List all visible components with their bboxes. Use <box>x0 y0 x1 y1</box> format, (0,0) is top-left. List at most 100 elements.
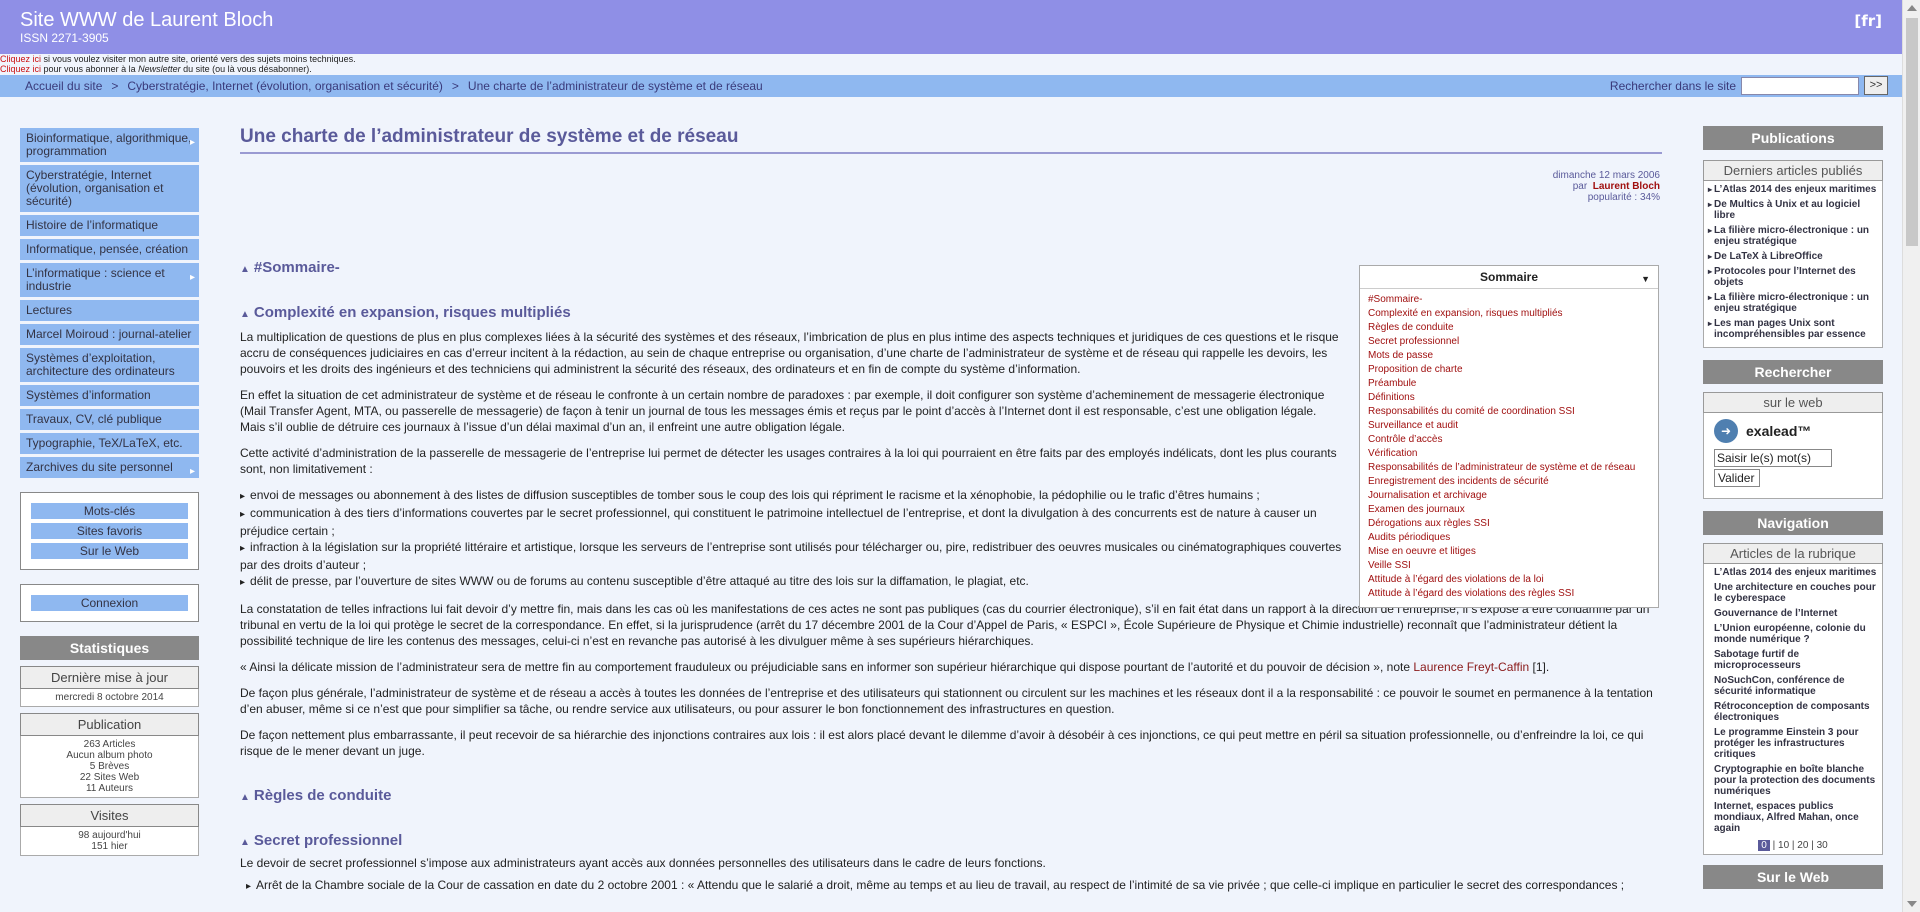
toc-item[interactable]: Responsabilités du comité de coordinatio… <box>1368 405 1650 419</box>
nav-item-moiroud[interactable]: Marcel Moiroud : journal-atelier <box>20 324 199 345</box>
toc-item[interactable]: Secret professionnel <box>1368 335 1650 349</box>
page-scrollbar[interactable] <box>1902 0 1920 912</box>
page-10[interactable]: 10 <box>1778 840 1789 851</box>
login-link[interactable]: Connexion <box>31 595 188 611</box>
nav-item-histoire[interactable]: Histoire de l’informatique <box>20 215 199 236</box>
heading-text: Secret professionnel <box>253 832 403 849</box>
visits-counts: 98 aujourd'hui 151 hier <box>20 827 199 856</box>
rubric-article-link[interactable]: NoSuchCon, conférence de sécurité inform… <box>1708 675 1878 697</box>
latest-article-link[interactable]: De Multics à Unix et au logiciel libre <box>1708 199 1878 221</box>
nav-item-cyber[interactable]: Cyberstratégie, Internet (évolution, org… <box>20 165 199 212</box>
nav-item-bioinfo[interactable]: Bioinformatique, algorithmique, programm… <box>20 128 199 162</box>
toc-item[interactable]: Attitude à l’égard des violations de la … <box>1368 573 1650 587</box>
toc-item[interactable]: Dérogations aux règles SSI <box>1368 517 1650 531</box>
toc-item[interactable]: Responsabilités de l’administrateur de s… <box>1368 461 1650 475</box>
rubric-articles-list: L’Atlas 2014 des enjeux maritimes Une arc… <box>1703 564 1883 855</box>
up-arrow-icon: ▲ <box>240 792 250 803</box>
rubric-article-link[interactable]: L’Union européenne, colonie du monde num… <box>1708 623 1878 645</box>
on-the-web-link[interactable]: Sur le Web <box>31 543 188 559</box>
breadcrumb-home[interactable]: Accueil du site <box>25 79 102 93</box>
nav-item-science[interactable]: L’informatique : science et industrie ▸ <box>20 263 199 297</box>
author-link[interactable]: Laurent Bloch <box>1593 181 1660 192</box>
rubric-article-link[interactable]: Une architecture en couches pour le cybe… <box>1708 582 1878 604</box>
exalead-logo: ➜ exalead™ <box>1714 419 1872 443</box>
toc-item[interactable]: Enregistrement des incidents de sécurité <box>1368 475 1650 489</box>
rubric-article-link[interactable]: Sabotage furtif de microprocesseurs <box>1708 649 1878 671</box>
toc-item[interactable]: Mots de passe <box>1368 349 1650 363</box>
keywords-link[interactable]: Mots-clés <box>31 503 188 519</box>
latest-article-link[interactable]: La filière micro-électronique : un enjeu… <box>1708 225 1878 247</box>
toc-item[interactable]: Examen des journaux <box>1368 503 1650 517</box>
latest-article-link[interactable]: Les man pages Unix sont incompréhensible… <box>1708 318 1878 340</box>
nav-item-lectures[interactable]: Lectures <box>20 300 199 321</box>
nav-item-pensee[interactable]: Informatique, pensée, création <box>20 239 199 260</box>
toc-item[interactable]: Proposition de charte <box>1368 363 1650 377</box>
language-switch[interactable]: [fr] <box>1854 12 1882 30</box>
section-heading[interactable]: ▲ Secret professionnel <box>240 832 1655 849</box>
nav-item-systemes[interactable]: Systèmes d’exploitation, architecture de… <box>20 348 199 382</box>
toc-collapse-icon[interactable]: ▼ <box>1641 274 1650 284</box>
note-text: si vous voulez visiter mon autre site, <box>41 54 191 64</box>
scroll-down-icon[interactable] <box>1907 901 1917 907</box>
rubric-article-link[interactable]: Cryptographie en boîte blanche pour la p… <box>1708 764 1878 797</box>
web-search-input[interactable]: Saisir le(s) mot(s) <box>1714 449 1832 467</box>
page-0[interactable]: 0 <box>1758 840 1770 851</box>
toc-item[interactable]: Attitude à l’égard des violations des rè… <box>1368 587 1650 601</box>
rubric-article-link[interactable]: Internet, espaces publics mondiaux, Alfr… <box>1708 801 1878 834</box>
list-item: délit de presse, par l’ouverture de site… <box>240 573 1345 591</box>
section-heading[interactable]: ▲ Règles de conduite <box>240 787 1655 804</box>
toc-item[interactable]: Surveillance et audit <box>1368 419 1650 433</box>
pagination: 0 | 10 | 20 | 30 <box>1708 840 1878 851</box>
nav-item-typo[interactable]: Typographie, TeX/LaTeX, etc. <box>20 433 199 454</box>
breadcrumb-section[interactable]: Cyberstratégie, Internet (évolution, org… <box>127 79 443 93</box>
nav-label: Histoire de l’informatique <box>26 218 159 232</box>
scroll-up-icon[interactable] <box>1907 5 1917 11</box>
scroll-thumb[interactable] <box>1906 18 1918 246</box>
nav-label: Lectures <box>26 303 73 317</box>
latest-article-link[interactable]: La filière micro-électronique : un enjeu… <box>1708 292 1878 314</box>
toc-item[interactable]: Audits périodiques <box>1368 531 1650 545</box>
latest-article-link[interactable]: L’Atlas 2014 des enjeux maritimes <box>1708 184 1878 195</box>
toc-item[interactable]: Veille SSI <box>1368 559 1650 573</box>
article-title: Une charte de l’administrateur de systèm… <box>240 126 1662 154</box>
toc-item[interactable]: Mise en oeuvre et litiges <box>1368 545 1650 559</box>
toc-item[interactable]: Définitions <box>1368 391 1650 405</box>
toc-item[interactable]: Règles de conduite <box>1368 321 1650 335</box>
search-input[interactable] <box>1741 76 1859 95</box>
nav-item-si[interactable]: Systèmes d’information <box>20 385 199 406</box>
toc-item[interactable]: Contrôle d’accès <box>1368 433 1650 447</box>
newsletter-link[interactable]: Cliquez ici <box>0 64 41 74</box>
toc-item[interactable]: Complexité en expansion, risques multipl… <box>1368 307 1650 321</box>
visits-title: Visites <box>20 804 199 827</box>
stat-line: 11 Auteurs <box>85 783 134 794</box>
stat-line: Aucun album photo <box>66 750 153 761</box>
page-20[interactable]: 20 <box>1797 840 1808 851</box>
last-update-date: mercredi 8 octobre 2014 <box>20 689 199 707</box>
navigation-title: Navigation <box>1703 511 1883 535</box>
rubric-article-link[interactable]: Gouvernance de l’Internet <box>1708 608 1878 619</box>
toc-item[interactable]: Préambule <box>1368 377 1650 391</box>
section-heading[interactable]: ▲ Complexité en expansion, risques multip… <box>240 304 1345 321</box>
latest-article-link[interactable]: Protocoles pour l’Internet des objets <box>1708 266 1878 288</box>
nav-item-travaux[interactable]: Travaux, CV, clé publique <box>20 409 199 430</box>
section-heading[interactable]: ▲ #Sommaire- <box>240 259 1345 276</box>
favorite-sites-link[interactable]: Sites favoris <box>31 523 188 539</box>
other-site-link[interactable]: Cliquez ici <box>0 54 41 64</box>
rubric-article-link[interactable]: L’Atlas 2014 des enjeux maritimes <box>1708 567 1878 578</box>
toc-item[interactable]: #Sommaire- <box>1368 293 1650 307</box>
site-title[interactable]: Site WWW de Laurent Bloch <box>20 9 273 32</box>
latest-article-link[interactable]: De LaTeX à LibreOffice <box>1708 251 1878 262</box>
page-30[interactable]: 30 <box>1817 840 1828 851</box>
rubric-article-link[interactable]: Le programme Einstein 3 pour protéger le… <box>1708 727 1878 760</box>
nav-item-zarchives[interactable]: Zarchives du site personnel ▸ <box>20 457 199 478</box>
heading-text: #Sommaire- <box>253 259 340 276</box>
quick-links-box: Mots-clés Sites favoris Sur le Web <box>20 492 199 570</box>
web-search-submit[interactable]: Valider <box>1714 469 1760 487</box>
toc-item[interactable]: Journalisation et archivage <box>1368 489 1650 503</box>
toc-item[interactable]: Vérification <box>1368 447 1650 461</box>
search-button[interactable]: >> <box>1864 76 1888 95</box>
rubric-article-link[interactable]: Rétroconception de composants électroniq… <box>1708 701 1878 723</box>
publication-title: Publication <box>20 713 199 736</box>
footnote-ref[interactable]: [1]. <box>1529 660 1550 674</box>
freyt-caffin-link[interactable]: Laurence Freyt-Caffin <box>1413 660 1529 674</box>
